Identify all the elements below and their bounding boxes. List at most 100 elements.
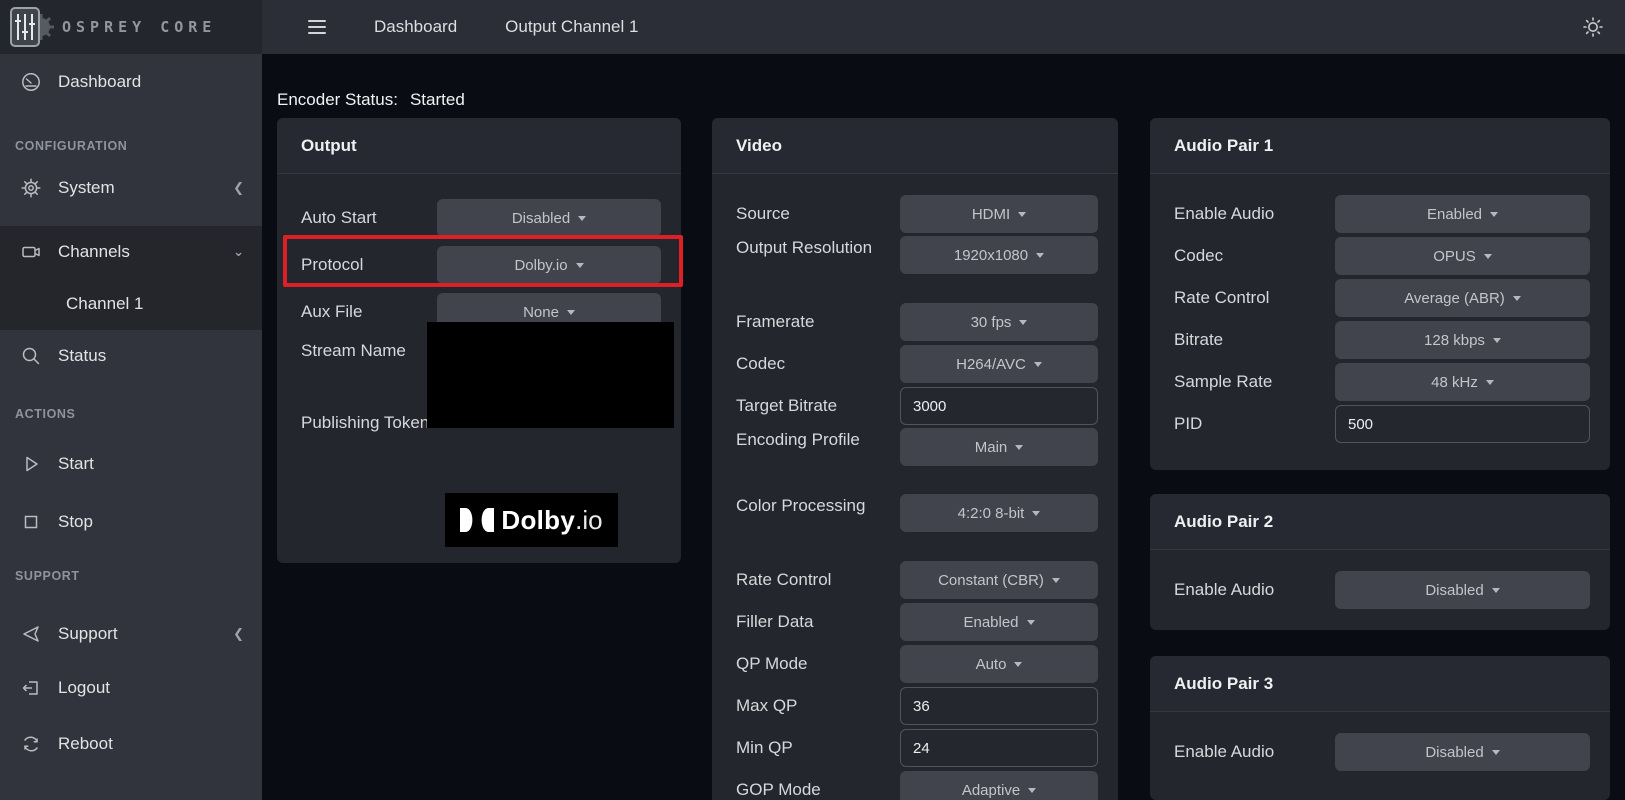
framerate-dropdown[interactable]: 30 fps bbox=[900, 303, 1098, 341]
sidebar-item-support[interactable]: Support ❮ bbox=[0, 608, 262, 660]
source-dropdown[interactable]: HDMI bbox=[900, 195, 1098, 233]
output-panel: Output Auto Start Disabled Protocol Dolb… bbox=[277, 118, 681, 563]
chevron-left-icon: ❮ bbox=[233, 626, 244, 642]
audio-pair-3-panel: Audio Pair 3 Enable Audio Disabled bbox=[1150, 656, 1610, 800]
field-row-enable-audio-2: Enable Audio Disabled bbox=[1174, 570, 1590, 610]
field-row-audio-bitrate: Bitrate 128 kbps bbox=[1174, 320, 1590, 360]
field-row-audio-rate-control: Rate Control Average (ABR) bbox=[1174, 278, 1590, 318]
menu-toggle-icon[interactable] bbox=[308, 20, 326, 34]
sidebar-label: Channels bbox=[58, 242, 130, 262]
field-label: Rate Control bbox=[1174, 286, 1335, 311]
play-icon bbox=[20, 453, 42, 475]
field-label: Rate Control bbox=[736, 568, 900, 593]
stop-icon bbox=[20, 511, 42, 533]
osprey-core-app: OSPREY CORE Dashboard Output Channel 1 bbox=[0, 0, 1625, 800]
video-camera-icon bbox=[20, 241, 42, 263]
field-row-filler-data: Filler Data Enabled bbox=[736, 602, 1098, 642]
sidebar-item-channel-1[interactable]: Channel 1 bbox=[0, 278, 262, 330]
caret-down-icon bbox=[1028, 788, 1036, 793]
enable-audio-3-dropdown[interactable]: Disabled bbox=[1335, 733, 1590, 771]
auto-start-dropdown[interactable]: Disabled bbox=[437, 199, 661, 237]
sidebar-item-system[interactable]: System ❮ bbox=[0, 162, 262, 214]
field-row-audio-codec: Codec OPUS bbox=[1174, 236, 1590, 276]
encoding-profile-dropdown[interactable]: Main bbox=[900, 428, 1098, 466]
pid-input[interactable] bbox=[1335, 405, 1590, 443]
caret-down-icon bbox=[576, 263, 584, 268]
field-label: Color Processing bbox=[736, 494, 900, 519]
field-row-encoding-profile: Encoding Profile Main bbox=[736, 428, 1098, 492]
panel-title: Audio Pair 3 bbox=[1174, 674, 1273, 694]
panel-title: Audio Pair 2 bbox=[1174, 512, 1273, 532]
panel-title: Audio Pair 1 bbox=[1174, 136, 1273, 156]
chevron-left-icon: ❮ bbox=[233, 180, 244, 196]
filler-data-dropdown[interactable]: Enabled bbox=[900, 603, 1098, 641]
target-bitrate-input[interactable] bbox=[900, 387, 1098, 425]
caret-down-icon bbox=[1019, 320, 1027, 325]
caret-down-icon bbox=[1490, 212, 1498, 217]
reboot-icon bbox=[20, 733, 42, 755]
encoder-status: Encoder Status: Started bbox=[277, 90, 465, 110]
min-qp-input[interactable] bbox=[900, 729, 1098, 767]
field-label: Enable Audio bbox=[1174, 740, 1335, 765]
field-label: Filler Data bbox=[736, 610, 900, 635]
search-icon bbox=[20, 345, 42, 367]
brand-name: OSPREY CORE bbox=[62, 18, 216, 36]
video-panel: Video Source HDMI Output Resolution 1920… bbox=[712, 118, 1118, 800]
caret-down-icon bbox=[1014, 662, 1022, 667]
field-label: Source bbox=[736, 202, 900, 227]
sidebar-label: Support bbox=[58, 624, 118, 644]
field-label: Bitrate bbox=[1174, 328, 1335, 353]
field-label: Aux File bbox=[301, 300, 437, 325]
output-resolution-dropdown[interactable]: 1920x1080 bbox=[900, 236, 1098, 274]
color-processing-dropdown[interactable]: 4:2:0 8-bit bbox=[900, 494, 1098, 532]
field-row-rate-control: Rate Control Constant (CBR) bbox=[736, 560, 1098, 600]
encoder-status-value: Started bbox=[410, 90, 465, 109]
theme-brightness-icon[interactable] bbox=[1583, 17, 1603, 37]
max-qp-input[interactable] bbox=[900, 687, 1098, 725]
audio-codec-dropdown[interactable]: OPUS bbox=[1335, 237, 1590, 275]
audio-rate-control-dropdown[interactable]: Average (ABR) bbox=[1335, 279, 1590, 317]
sidebar-item-channels[interactable]: Channels ⌄ bbox=[0, 226, 262, 278]
field-label: Codec bbox=[736, 352, 900, 377]
sidebar-section-actions: ACTIONS bbox=[0, 398, 262, 430]
audio-bitrate-dropdown[interactable]: 128 kbps bbox=[1335, 321, 1590, 359]
sidebar-item-stop[interactable]: Stop bbox=[0, 496, 262, 548]
sidebar-item-reboot[interactable]: Reboot bbox=[0, 718, 262, 770]
sidebar-section-support: SUPPORT bbox=[0, 560, 262, 592]
nav-output-channel-1[interactable]: Output Channel 1 bbox=[481, 3, 662, 51]
sidebar-item-dashboard[interactable]: Dashboard bbox=[0, 54, 262, 110]
caret-down-icon bbox=[567, 310, 575, 315]
video-codec-dropdown[interactable]: H264/AVC bbox=[900, 345, 1098, 383]
gop-mode-dropdown[interactable]: Adaptive bbox=[900, 771, 1098, 800]
nav-dashboard[interactable]: Dashboard bbox=[350, 3, 481, 51]
field-row-sample-rate: Sample Rate 48 kHz bbox=[1174, 362, 1590, 402]
enable-audio-1-dropdown[interactable]: Enabled bbox=[1335, 195, 1590, 233]
caret-down-icon bbox=[1052, 578, 1060, 583]
redacted-values-overlay bbox=[427, 322, 674, 428]
field-label: Min QP bbox=[736, 736, 900, 761]
field-row-enable-audio-3: Enable Audio Disabled bbox=[1174, 732, 1590, 772]
top-nav: Dashboard Output Channel 1 bbox=[350, 3, 662, 51]
caret-down-icon bbox=[578, 216, 586, 221]
caret-down-icon bbox=[1484, 254, 1492, 259]
sidebar-item-logout[interactable]: Logout bbox=[0, 662, 262, 714]
field-row-output-resolution: Output Resolution 1920x1080 bbox=[736, 236, 1098, 300]
field-label: Enable Audio bbox=[1174, 578, 1335, 603]
field-label: Framerate bbox=[736, 310, 900, 335]
rate-control-dropdown[interactable]: Constant (CBR) bbox=[900, 561, 1098, 599]
osprey-logo-icon bbox=[8, 6, 56, 48]
field-label: Protocol bbox=[301, 253, 437, 278]
field-row-target-bitrate: Target Bitrate bbox=[736, 386, 1098, 426]
protocol-dropdown[interactable]: Dolby.io bbox=[437, 246, 661, 284]
encoder-status-label: Encoder Status: bbox=[277, 90, 398, 109]
sidebar-item-start[interactable]: Start bbox=[0, 438, 262, 490]
enable-audio-2-dropdown[interactable]: Disabled bbox=[1335, 571, 1590, 609]
field-row-protocol: Protocol Dolby.io bbox=[301, 245, 661, 285]
qp-mode-dropdown[interactable]: Auto bbox=[900, 645, 1098, 683]
caret-down-icon bbox=[1018, 212, 1026, 217]
sidebar-item-status[interactable]: Status bbox=[0, 330, 262, 382]
sample-rate-dropdown[interactable]: 48 kHz bbox=[1335, 363, 1590, 401]
caret-down-icon bbox=[1492, 588, 1500, 593]
audio-pair-1-panel: Audio Pair 1 Enable Audio Enabled Codec … bbox=[1150, 118, 1610, 470]
chevron-down-icon: ⌄ bbox=[233, 244, 244, 260]
